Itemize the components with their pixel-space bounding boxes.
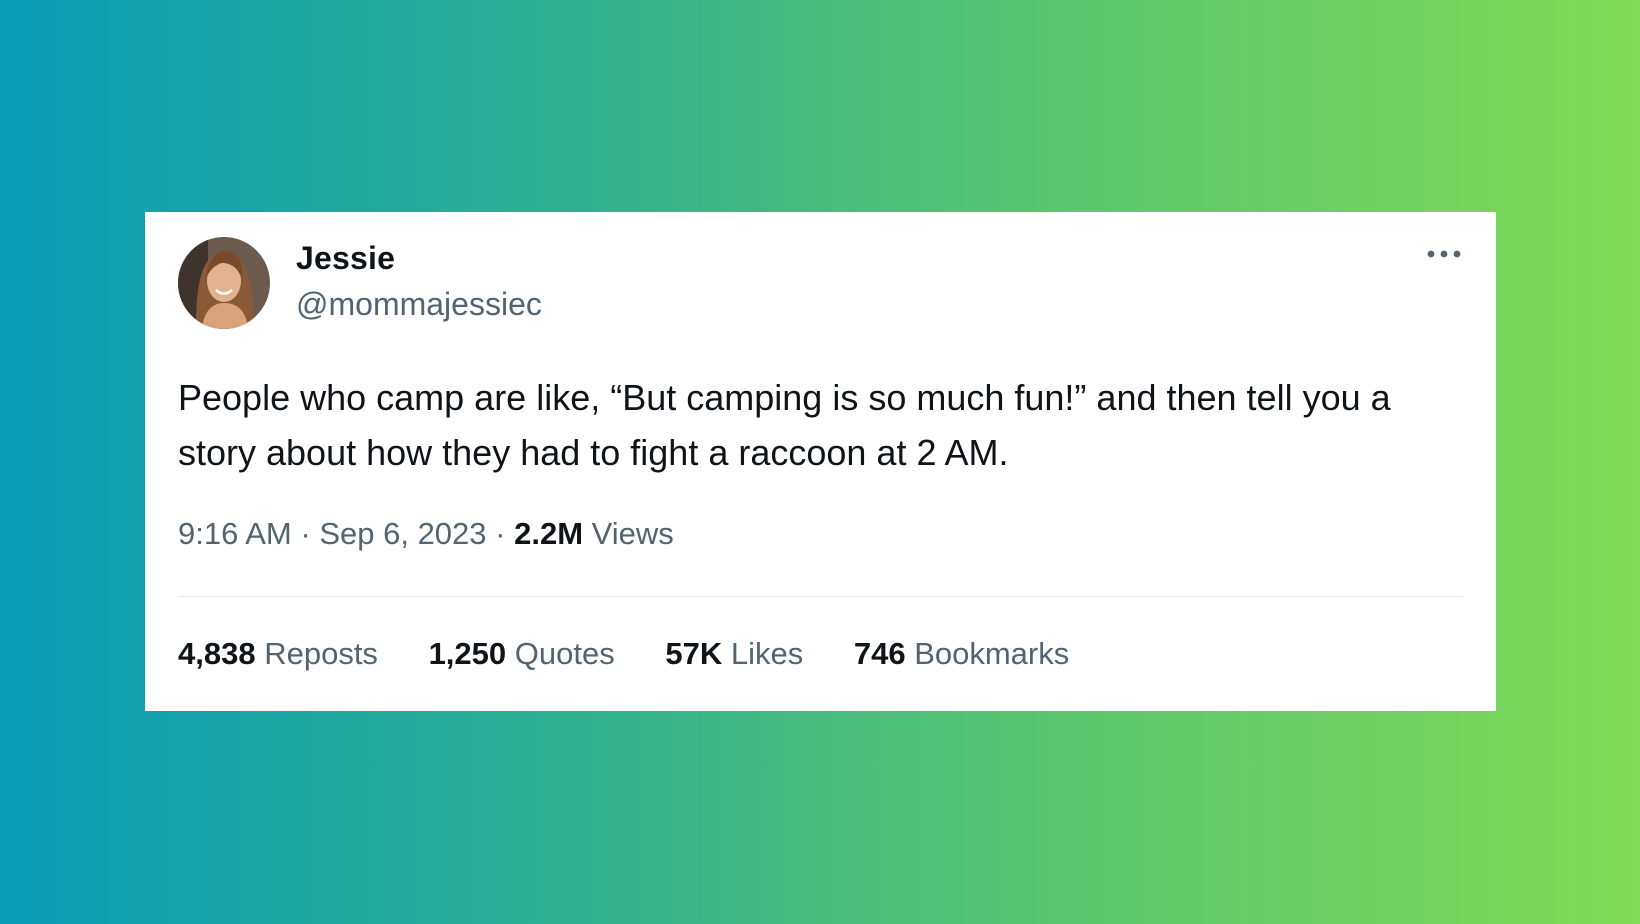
ellipsis-icon [1427,250,1461,258]
quotes-label: Quotes [514,636,615,671]
quotes-count: 1,250 [428,636,507,671]
views-count: 2.2M [514,516,584,551]
meta-separator: · [300,516,311,551]
likes-label: Likes [730,636,804,671]
tweet-time[interactable]: 9:16 AM [178,516,292,551]
reposts-label: Reposts [264,636,378,671]
more-options-button[interactable] [1424,242,1464,266]
bookmarks-count: 746 [853,636,906,671]
likes-stat[interactable]: 57K Likes [665,636,803,672]
avatar[interactable] [178,237,270,329]
reposts-stat[interactable]: 4,838 Reposts [178,636,378,672]
tweet-meta: 9:16 AM · Sep 6, 2023 · 2.2M Views [178,516,674,552]
bookmarks-stat[interactable]: 746 Bookmarks [854,636,1069,672]
meta-separator: · [495,516,506,551]
avatar-photo [178,237,270,329]
engagement-stats: 4,838 Reposts 1,250 Quotes 57K Likes 746… [178,636,1111,672]
quotes-stat[interactable]: 1,250 Quotes [429,636,615,672]
bookmarks-label: Bookmarks [914,636,1070,671]
author-handle[interactable]: @mommajessiec [296,286,542,323]
reposts-count: 4,838 [178,636,256,671]
tweet-card: Jessie @mommajessiec People who camp are… [145,212,1496,711]
divider [178,596,1463,597]
tweet-text: People who camp are like, “But camping i… [178,377,1391,473]
likes-count: 57K [665,636,723,671]
author-name[interactable]: Jessie [296,240,395,277]
views-label: Views [591,516,674,551]
tweet-date[interactable]: Sep 6, 2023 [319,516,486,551]
